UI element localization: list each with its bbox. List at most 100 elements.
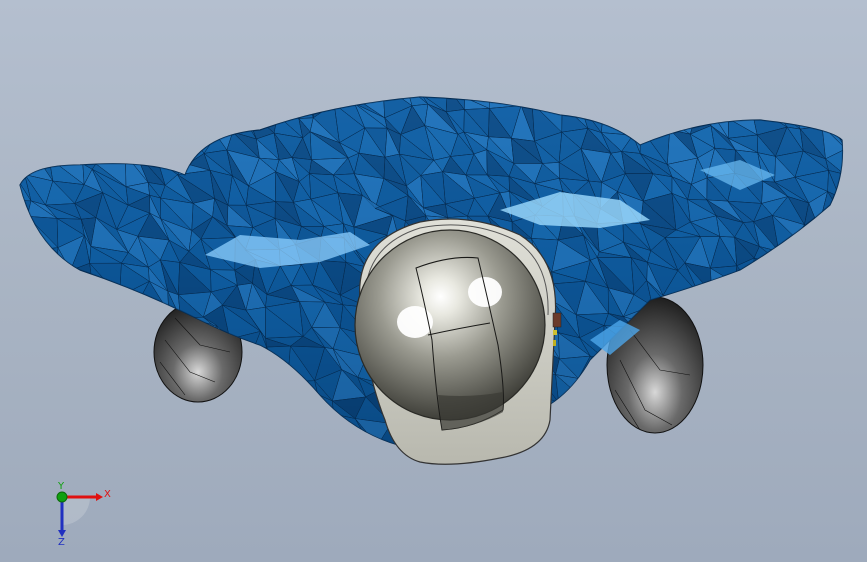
mesh-triangle — [255, 394, 279, 424]
mesh-triangle — [778, 251, 799, 268]
mesh-triangle — [774, 371, 811, 395]
mesh-triangle — [66, 391, 96, 420]
mesh-triangle — [20, 133, 40, 157]
mesh-triangle — [714, 397, 738, 419]
mesh-triangle — [244, 353, 282, 379]
mesh-triangle — [727, 361, 753, 371]
mesh-triangle — [91, 390, 126, 419]
mesh-triangle — [810, 433, 820, 450]
mesh-triangle — [46, 323, 79, 362]
mesh-triangle — [20, 247, 35, 275]
mesh-triangle — [832, 379, 843, 403]
mesh-triangle — [47, 358, 79, 378]
mesh-triangle — [716, 394, 744, 417]
mesh-triangle — [115, 97, 146, 122]
coordinate-triad-icon: X Y Z — [56, 481, 111, 548]
mesh-triangle — [277, 373, 294, 395]
mesh-triangle — [78, 435, 97, 450]
mesh-triangle — [32, 354, 57, 381]
mesh-triangle — [792, 109, 824, 127]
mesh-triangle — [27, 273, 54, 297]
mesh-triangle — [642, 432, 678, 450]
mesh-triangle — [166, 126, 188, 165]
mesh-triangle — [514, 97, 541, 104]
mesh-triangle — [853, 376, 866, 393]
mesh-triangle — [267, 394, 294, 424]
mesh-triangle — [266, 345, 291, 383]
mesh-triangle — [56, 270, 77, 293]
mesh-triangle — [20, 353, 41, 380]
mesh-triangle — [162, 111, 188, 127]
mesh-triangle — [25, 314, 48, 335]
mesh-triangle — [740, 304, 765, 329]
mesh-triangle — [88, 97, 123, 112]
mesh-triangle — [20, 330, 34, 361]
mesh-triangle — [252, 447, 278, 450]
mesh-triangle — [20, 371, 36, 404]
mesh-triangle — [712, 355, 729, 371]
mesh-triangle — [685, 417, 722, 435]
mesh-triangle — [851, 356, 860, 375]
mesh-triangle — [223, 396, 257, 418]
mesh-triangle — [860, 376, 867, 393]
mesh-triangle — [795, 327, 833, 346]
mesh-triangle — [588, 389, 613, 428]
mesh-triangle — [116, 301, 134, 336]
mesh-triangle — [577, 377, 598, 404]
mesh-triangle — [855, 414, 867, 440]
mesh-triangle — [168, 451, 180, 468]
mesh-triangle — [648, 457, 678, 485]
mesh-triangle — [821, 266, 842, 295]
mesh-triangle — [774, 355, 810, 385]
mesh-triangle — [839, 196, 843, 229]
mesh-triangle — [818, 226, 843, 249]
cad-viewport[interactable]: X Y Z — [0, 0, 867, 562]
mesh-triangle — [71, 119, 99, 138]
mesh-triangle — [144, 462, 171, 477]
mesh-triangle — [187, 97, 202, 118]
mesh-triangle — [602, 441, 631, 450]
mesh-triangle — [20, 199, 28, 230]
mesh-triangle — [231, 464, 253, 484]
mesh-triangle — [850, 229, 867, 249]
mesh-triangle — [540, 460, 565, 491]
mesh-triangle — [57, 115, 83, 133]
mesh-triangle — [120, 383, 147, 394]
mesh-triangle — [780, 467, 810, 489]
mesh-triangle — [715, 324, 742, 362]
mesh-triangle — [24, 97, 58, 117]
mesh-triangle — [798, 457, 829, 495]
mesh-triangle — [76, 358, 106, 378]
mesh-triangle — [20, 228, 31, 251]
mesh-triangle — [334, 458, 368, 494]
mesh-triangle — [686, 438, 709, 450]
mesh-triangle — [794, 418, 833, 435]
mesh-triangle — [66, 376, 93, 405]
mesh-triangle — [27, 281, 54, 311]
mesh-triangle — [617, 97, 648, 117]
mesh-triangle — [74, 291, 98, 319]
mesh-triangle — [116, 417, 136, 450]
mesh-triangle — [798, 463, 829, 494]
mesh-triangle — [124, 465, 144, 478]
mesh-triangle — [753, 257, 788, 291]
mesh-triangle — [690, 97, 711, 115]
mesh-triangle — [48, 141, 83, 165]
mesh-triangle — [839, 173, 843, 205]
mesh-triangle — [242, 97, 278, 116]
mesh-triangle — [821, 278, 843, 303]
model-scene[interactable] — [0, 0, 867, 562]
mesh-triangle — [845, 393, 867, 425]
mesh-triangle — [133, 388, 172, 419]
mesh-triangle — [714, 417, 728, 447]
mesh-triangle — [277, 464, 301, 484]
mesh-triangle — [303, 97, 317, 118]
mesh-triangle — [20, 273, 29, 297]
mesh-triangle — [677, 469, 687, 478]
mesh-triangle — [539, 97, 565, 106]
mesh-triangle — [93, 296, 124, 303]
mesh-triangle — [201, 97, 238, 118]
mesh-triangle — [851, 247, 867, 261]
mesh-triangle — [20, 247, 35, 275]
mesh-triangle — [647, 115, 671, 131]
